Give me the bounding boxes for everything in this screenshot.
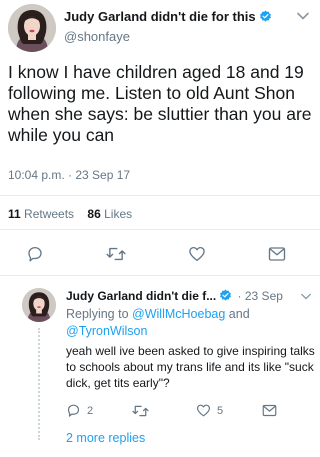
retweet-icon	[106, 247, 126, 261]
thread-line	[38, 328, 40, 440]
direct-message-button[interactable]	[262, 404, 277, 417]
divider	[0, 229, 320, 230]
like-button[interactable]: 5	[196, 403, 223, 418]
reply-button[interactable]	[26, 245, 44, 263]
direct-message-button[interactable]	[268, 246, 286, 262]
replying-prefix: Replying to	[66, 307, 129, 321]
divider	[0, 195, 320, 196]
envelope-icon	[268, 247, 286, 261]
like-button[interactable]	[188, 245, 206, 263]
retweets-label: Retweets	[24, 207, 75, 221]
chevron-down-icon[interactable]	[301, 293, 311, 300]
chevron-down-icon[interactable]	[297, 12, 309, 20]
heart-icon	[196, 404, 211, 417]
display-name[interactable]: Judy Garland didn't die for this	[64, 9, 272, 24]
avatar-image	[8, 4, 56, 52]
main-tweet: Judy Garland didn't die for this @shonfa…	[0, 0, 320, 274]
handle[interactable]: @shonfaye	[64, 29, 130, 44]
display-name-text: Judy Garland didn't die for this	[64, 9, 256, 24]
reply-button[interactable]: 2	[66, 403, 93, 418]
verified-badge-icon	[220, 289, 232, 301]
more-replies-link[interactable]: 2 more replies	[66, 431, 145, 445]
likes-stat[interactable]: 86 Likes	[87, 207, 132, 221]
divider	[0, 275, 320, 276]
likes-count: 86	[87, 207, 101, 221]
heart-icon	[189, 246, 205, 262]
engagement-stats: 11 Retweets 86 Likes	[8, 207, 142, 221]
retweet-icon	[132, 405, 149, 417]
retweet-button[interactable]	[132, 404, 149, 418]
avatar-image	[22, 288, 56, 322]
and-word: and	[228, 307, 250, 321]
replying-to: Replying to @WillMcHoebag and @TyronWils…	[66, 306, 316, 340]
tweet-text: I know I have children aged 18 and 19 fo…	[8, 62, 312, 145]
mention-link[interactable]: @TyronWilson	[66, 324, 147, 338]
reply-icon	[67, 404, 80, 417]
retweets-count: 11	[8, 207, 21, 221]
envelope-icon	[262, 404, 277, 417]
avatar[interactable]	[22, 288, 56, 322]
retweets-stat[interactable]: 11 Retweets	[8, 207, 74, 221]
retweet-button[interactable]	[106, 246, 126, 262]
verified-badge-icon	[259, 10, 271, 22]
reply-date: · 23 Sep	[237, 289, 283, 303]
reply-text: yeah well ive been asked to give inspiri…	[66, 344, 315, 390]
display-name-text: Judy Garland didn't die f...	[66, 289, 217, 303]
reply-count: 2	[87, 404, 94, 417]
avatar[interactable]	[8, 4, 56, 52]
reply-icon	[28, 246, 42, 262]
timestamp[interactable]: 10:04 p.m. · 23 Sep 17	[8, 168, 130, 182]
mention-link[interactable]: @WillMcHoebag	[132, 307, 225, 321]
reply-header[interactable]: Judy Garland didn't die f... · 23 Sep	[66, 289, 283, 303]
like-count: 5	[217, 404, 224, 417]
likes-label: Likes	[104, 207, 133, 221]
